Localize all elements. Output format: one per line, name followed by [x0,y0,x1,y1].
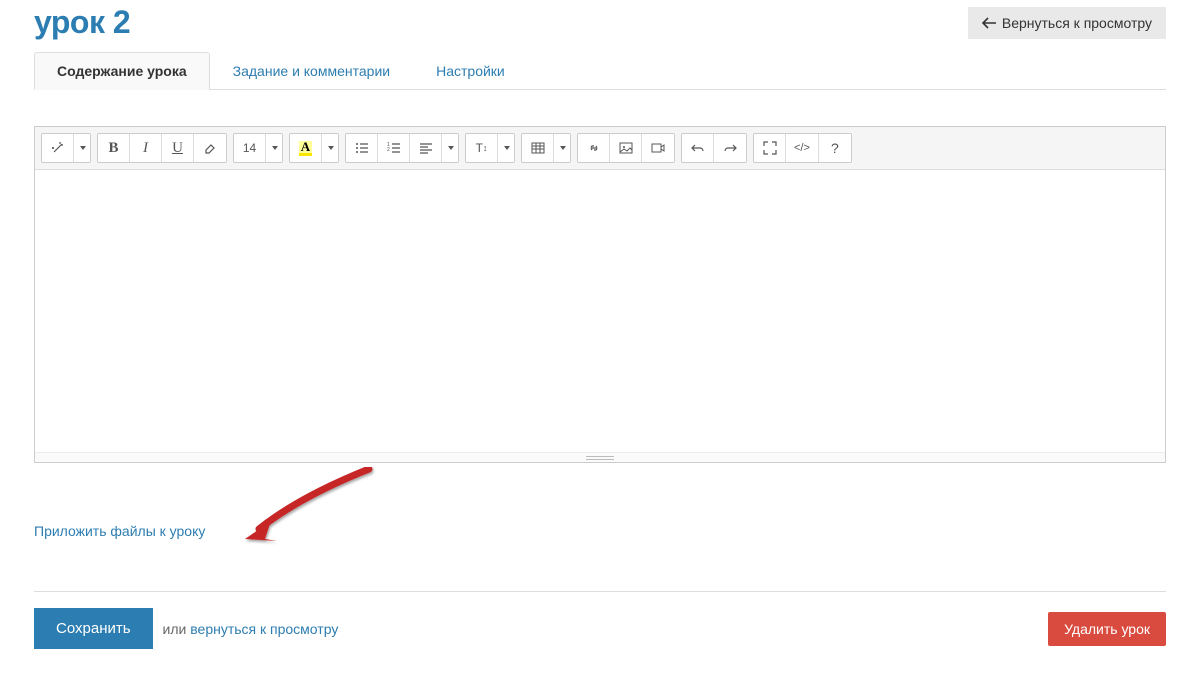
help-button[interactable]: ? [819,134,851,162]
undo-icon [691,141,705,155]
delete-lesson-button[interactable]: Удалить урок [1048,612,1166,646]
code-view-button[interactable]: </> [786,134,819,162]
list-ul-icon [355,141,369,155]
save-button[interactable]: Сохранить [34,608,153,649]
font-size-dropdown[interactable] [266,134,282,162]
back-button-label: Вернуться к просмотру [1002,15,1152,31]
chevron-down-icon [560,146,566,150]
link-icon [587,141,601,155]
image-icon [619,141,633,155]
redo-icon [723,141,737,155]
font-color-icon: A [299,141,312,156]
table-button[interactable] [522,134,554,162]
magic-wand-icon [51,141,65,155]
annotation-arrow-icon [239,467,379,547]
back-to-view-button[interactable]: Вернуться к просмотру [968,7,1166,39]
chevron-down-icon [328,146,334,150]
underline-button[interactable]: U [162,134,194,162]
fullscreen-button[interactable] [754,134,786,162]
tab-assignment-comments[interactable]: Задание и комментарии [210,52,413,90]
return-to-view-link[interactable]: вернуться к просмотру [190,621,338,637]
font-color-dropdown[interactable] [322,134,338,162]
paragraph-button[interactable] [410,134,442,162]
ordered-list-button[interactable]: 12 [378,134,410,162]
tab-settings[interactable]: Настройки [413,52,528,90]
resize-grip-icon [586,456,614,460]
chevron-down-icon [504,146,510,150]
table-icon [531,141,545,155]
link-button[interactable] [578,134,610,162]
line-height-dropdown[interactable] [498,134,514,162]
editor-resize-handle[interactable] [35,452,1165,462]
magic-wand-button[interactable] [42,134,74,162]
chevron-down-icon [272,146,278,150]
line-height-button[interactable]: T↕ [466,134,498,162]
table-dropdown[interactable] [554,134,570,162]
magic-wand-dropdown[interactable] [74,134,90,162]
editor-toolbar: B I U 14 A [35,127,1165,170]
editor-content-area[interactable] [35,170,1165,452]
tab-content[interactable]: Содержание урока [34,52,210,90]
paragraph-dropdown[interactable] [442,134,458,162]
arrow-left-icon [982,17,996,29]
footer-actions: Сохранить или вернуться к просмотру Удал… [34,591,1166,649]
redo-button[interactable] [714,134,746,162]
image-button[interactable] [610,134,642,162]
italic-button[interactable]: I [130,134,162,162]
eraser-button[interactable] [194,134,226,162]
unordered-list-button[interactable] [346,134,378,162]
font-size-button[interactable]: 14 [234,134,266,162]
tabs: Содержание урока Задание и комментарии Н… [34,51,1166,90]
attach-files-link[interactable]: Приложить файлы к уроку [34,523,205,539]
chevron-down-icon [80,146,86,150]
bold-button[interactable]: B [98,134,130,162]
list-ol-icon: 12 [387,141,401,155]
font-color-button[interactable]: A [290,134,322,162]
video-button[interactable] [642,134,674,162]
or-text-label: или [163,621,187,637]
font-size-value: 14 [243,141,256,155]
page-title: урок 2 [34,4,130,41]
svg-text:2: 2 [387,147,390,153]
eraser-icon [203,141,217,155]
or-text: или вернуться к просмотру [163,621,339,637]
undo-button[interactable] [682,134,714,162]
rich-text-editor: B I U 14 A [34,126,1166,463]
expand-icon [763,141,777,155]
video-icon [651,141,665,155]
align-icon [419,141,433,155]
chevron-down-icon [448,146,454,150]
